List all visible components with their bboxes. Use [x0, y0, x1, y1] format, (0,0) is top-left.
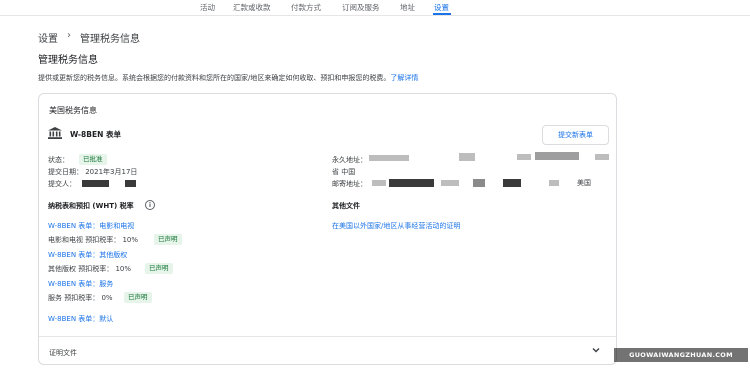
redacted-address: [595, 154, 609, 160]
chevron-down-icon[interactable]: [591, 345, 601, 355]
us-tax-info-card: 美国税务信息 W-8BEN 表单 提交新表单 状态： 已批准 提交日期： 202…: [38, 93, 617, 365]
submitter-label: 提交人：: [48, 180, 76, 188]
wht-rate: 服务 预扣税率： 0%: [48, 294, 113, 302]
status-label: 状态：: [48, 156, 69, 164]
breadcrumb: 设置 › 管理税务信息: [38, 30, 140, 45]
info-icon[interactable]: i: [145, 200, 155, 210]
redacted-mailing-address: [549, 180, 559, 186]
redacted-mailing-address: [389, 179, 434, 187]
other-docs-title: 其他文件: [332, 202, 360, 210]
description-text: 提供或更新您的税务信息。系统会根据您的付款资料和您所在的国家/地区来确定如何收取…: [38, 74, 391, 82]
mailing-country: 美国: [577, 179, 591, 187]
other-docs-link[interactable]: 在美国以外国家/地区从事经营活动的证明: [332, 221, 460, 231]
redacted-mailing-address: [503, 179, 521, 187]
form-title: W-8BEN 表单: [70, 130, 121, 139]
page-title: 管理税务信息: [38, 55, 98, 66]
redacted-name: [125, 180, 136, 187]
declared-badge: 已声明: [124, 292, 152, 303]
permanent-address-label: 永久地址：: [332, 156, 367, 164]
breadcrumb-parent[interactable]: 设置: [38, 34, 58, 45]
wht-form-link[interactable]: W-8BEN 表单：其他版权: [48, 250, 127, 260]
wht-form-link[interactable]: W-8BEN 表单：服务: [48, 279, 113, 289]
bank-icon: [48, 127, 62, 139]
learn-more-link[interactable]: 了解详情: [390, 74, 418, 82]
cert-docs-row[interactable]: 证明文件: [39, 336, 616, 365]
cert-docs-label: 证明文件: [49, 349, 77, 357]
redacted-mailing-address: [372, 180, 386, 186]
redacted-address: [459, 153, 475, 161]
active-tab-indicator: [433, 13, 451, 15]
page-description: 提供或更新您的税务信息。系统会根据您的付款资料和您所在的国家/地区来确定如何收取…: [38, 73, 418, 83]
mailing-address-label: 邮寄地址：: [332, 180, 367, 188]
redacted-name: [82, 180, 109, 187]
tab-addresses[interactable]: 地址: [400, 2, 415, 13]
tab-settings[interactable]: 设置: [434, 2, 449, 13]
tab-subscriptions[interactable]: 订阅及服务: [342, 2, 380, 13]
breadcrumb-current: 管理税务信息: [80, 34, 140, 45]
wht-form-link[interactable]: W-8BEN 表单：电影和电视: [48, 221, 134, 231]
submit-new-form-button[interactable]: 提交新表单: [542, 125, 609, 145]
declared-badge: 已声明: [145, 263, 173, 274]
province-label: 省 中国: [332, 168, 356, 176]
withholding-title: 纳税表和预扣 (WHT) 税率: [48, 202, 134, 210]
top-navigation: 活动 汇款或收款 付款方式 订阅及服务 地址 设置: [0, 0, 750, 16]
wht-rate: 电影和电视 预扣税率： 10%: [48, 236, 139, 244]
declared-badge: 已声明: [154, 234, 182, 245]
wht-rate: 其他版权 预扣税率： 10%: [48, 265, 132, 273]
redacted-mailing-address: [473, 179, 485, 187]
redacted-address: [535, 152, 579, 160]
submitted-date: 提交日期： 2021年3月17日: [48, 168, 138, 176]
redacted-mailing-address: [441, 180, 459, 186]
tab-activity[interactable]: 活动: [200, 2, 215, 13]
watermark: GUOWAIWANGZHUAN.COM: [614, 348, 748, 362]
status-badge: 已批准: [79, 154, 107, 165]
wht-form-link[interactable]: W-8BEN 表单：默认: [48, 314, 113, 324]
tab-payment-methods[interactable]: 付款方式: [291, 2, 321, 13]
tab-send-receive[interactable]: 汇款或收款: [233, 2, 271, 13]
redacted-address: [369, 155, 409, 161]
card-title: 美国税务信息: [49, 106, 97, 115]
chevron-right-icon: ›: [67, 30, 71, 41]
redacted-address: [517, 154, 531, 160]
